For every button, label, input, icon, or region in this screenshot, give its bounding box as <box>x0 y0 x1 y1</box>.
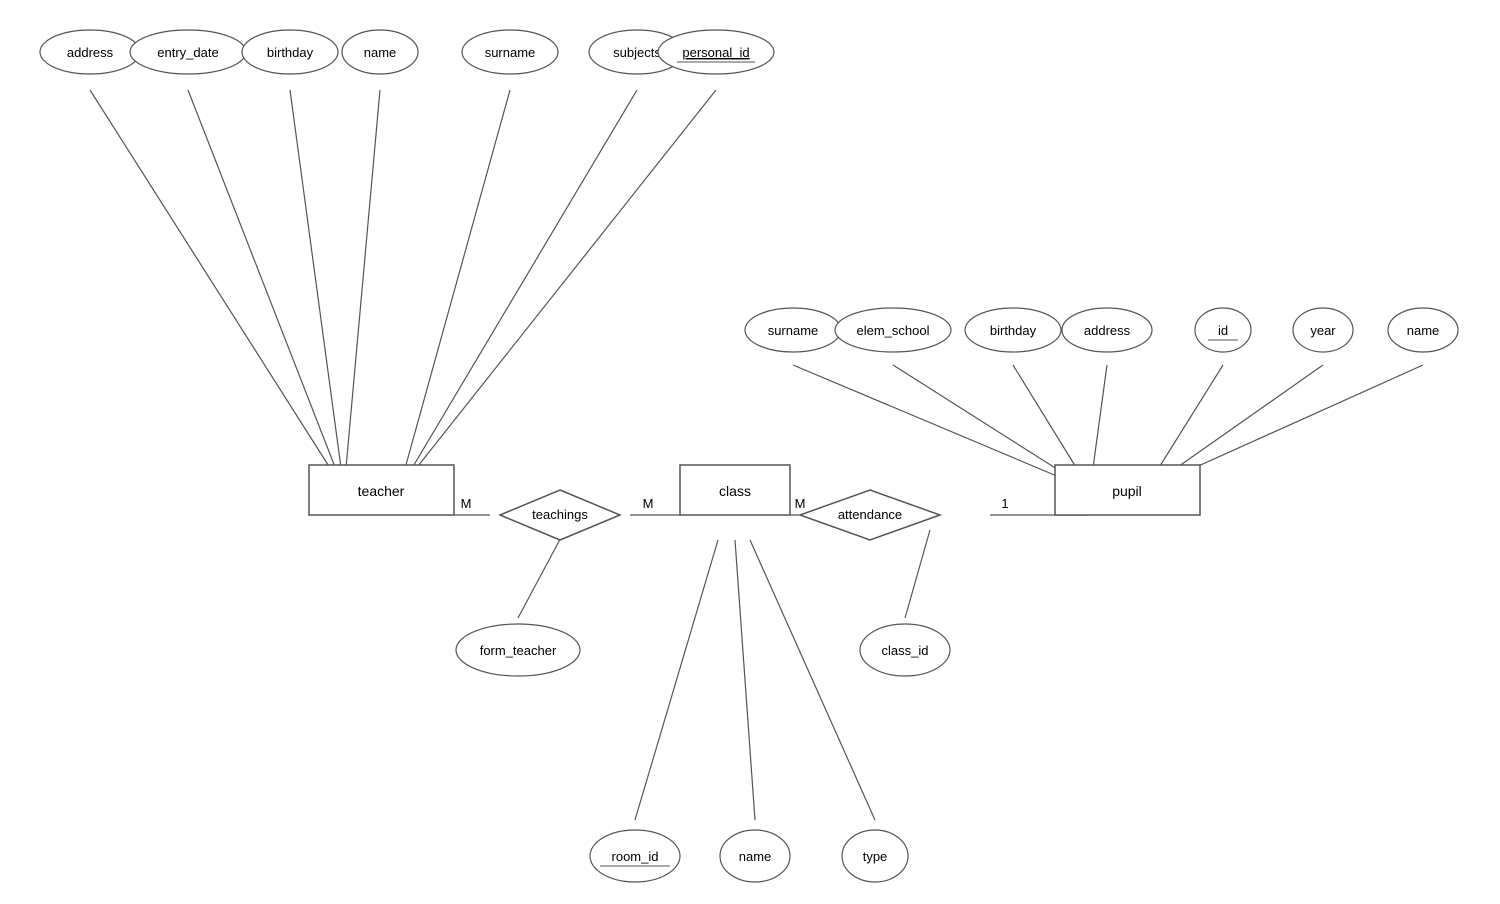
name-attr-class-label: name <box>739 849 772 864</box>
name-attr-teacher-label: name <box>364 45 397 60</box>
elem-school-attr-label: elem_school <box>857 323 930 338</box>
attendance-label: attendance <box>838 507 902 522</box>
name-attr-pupil-label: name <box>1407 323 1440 338</box>
pupil-label: pupil <box>1112 483 1142 499</box>
cardinality-teachings-class: M <box>643 496 654 511</box>
room-id-attr-label: room_id <box>612 849 659 864</box>
surname-attr-pupil-label: surname <box>768 323 819 338</box>
year-attr-pupil-label: year <box>1310 323 1336 338</box>
entry-date-attr-label: entry_date <box>157 45 218 60</box>
address-attr-pupil-label: address <box>1084 323 1131 338</box>
personal-id-attr-label: personal_id <box>682 45 749 60</box>
type-attr-class-label: type <box>863 849 888 864</box>
id-attr-pupil-label: id <box>1218 323 1228 338</box>
class-label: class <box>719 483 751 499</box>
birthday-attr-pupil-label: birthday <box>990 323 1037 338</box>
address-attr-teacher-label: address <box>67 45 114 60</box>
cardinality-class-attendance: M <box>795 496 806 511</box>
surname-attr-teacher-label: surname <box>485 45 536 60</box>
form-teacher-attr-label: form_teacher <box>480 643 557 658</box>
class-id-attr-label: class_id <box>882 643 929 658</box>
teachings-label: teachings <box>532 507 588 522</box>
cardinality-attendance-pupil: 1 <box>1001 496 1008 511</box>
subjects-attr-label: subjects <box>613 45 661 60</box>
cardinality-teacher-teachings: M <box>461 496 472 511</box>
teacher-label: teacher <box>358 483 405 499</box>
birthday-attr-teacher-label: birthday <box>267 45 314 60</box>
